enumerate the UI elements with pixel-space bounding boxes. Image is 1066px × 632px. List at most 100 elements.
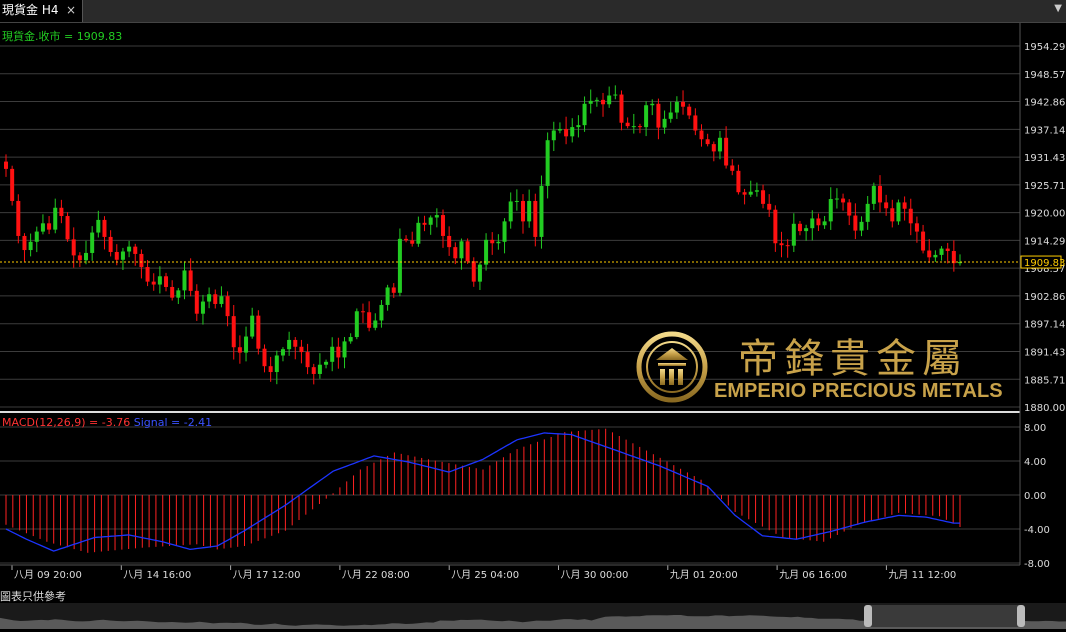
price-tick-label: 1902.86 — [1024, 292, 1065, 303]
candle-body — [570, 127, 575, 137]
price-tick-label: 1942.86 — [1024, 98, 1065, 109]
candle-body — [779, 243, 784, 246]
candle-body — [668, 112, 673, 119]
logo-english-text: EMPERIO PRECIOUS METALS — [714, 380, 1003, 402]
candle-body — [262, 348, 267, 367]
candle-body — [717, 137, 722, 152]
candle-body — [268, 366, 273, 373]
candle-body — [422, 222, 427, 225]
candle-body — [921, 231, 926, 251]
candle-body — [914, 223, 919, 232]
candle-body — [34, 231, 39, 242]
candle-body — [77, 255, 82, 261]
candle-body — [908, 208, 913, 224]
candle-body — [902, 202, 907, 209]
candle-body — [28, 241, 33, 251]
candle-body — [71, 239, 76, 256]
navigator-left-handle[interactable] — [864, 605, 872, 627]
candle-body — [108, 236, 113, 252]
chart-area[interactable]: 1954.29 1948.57 1942.86 1937.14 1931.43 1925.… — [0, 23, 1066, 603]
price-legend: 現貨金.收市 = 1909.83 — [2, 30, 123, 43]
candle-body — [127, 246, 132, 252]
price-tick-label: 1897.14 — [1024, 320, 1065, 331]
candle-body — [404, 238, 409, 241]
candle-body — [841, 198, 846, 203]
candle-body — [410, 240, 415, 244]
macd-tick-label: 4.00 — [1024, 457, 1046, 468]
candle-body — [625, 122, 630, 127]
candle-body — [10, 168, 15, 201]
candle-body — [607, 95, 612, 105]
candle-body — [213, 294, 218, 304]
price-tick-label: 1885.71 — [1024, 375, 1065, 386]
candle-body — [200, 301, 205, 314]
candle-body — [927, 250, 932, 258]
chart-tabbar: 現貨金 H4 × ▼ — [0, 0, 1066, 23]
candle-body — [139, 253, 144, 268]
candle-body — [336, 346, 341, 358]
candle-body — [816, 218, 821, 226]
candle-body — [348, 337, 353, 342]
candle-body — [133, 246, 138, 254]
candle-body — [305, 352, 310, 368]
candle-body — [465, 241, 470, 262]
candle-body — [890, 208, 895, 222]
candle-body — [416, 222, 421, 244]
chart-navigator[interactable] — [0, 603, 1066, 629]
candle-body — [791, 223, 796, 246]
candle-body — [877, 185, 882, 203]
candle-body — [822, 221, 827, 226]
candle-body — [16, 200, 21, 236]
price-tick-label: 1954.29 — [1024, 42, 1065, 53]
candle-body — [853, 215, 858, 231]
candle-body — [551, 130, 556, 141]
candle-body — [539, 185, 544, 237]
navigator-right-handle[interactable] — [1017, 605, 1025, 627]
candle-body — [619, 94, 624, 123]
candle-body — [367, 312, 372, 328]
candle-body — [736, 170, 741, 193]
candle-body — [22, 235, 27, 251]
tab-title: 現貨金 H4 — [2, 3, 59, 17]
candle-body — [194, 290, 199, 314]
candle-body — [237, 347, 242, 353]
close-icon[interactable]: × — [66, 0, 76, 20]
candle-body — [828, 199, 833, 222]
candle-body — [594, 99, 599, 101]
candle-body — [859, 221, 864, 231]
macd-tick-label: 0.00 — [1024, 491, 1046, 502]
candle-body — [330, 346, 335, 362]
tab-menu-icon[interactable]: ▼ — [1054, 3, 1062, 14]
candle-body — [687, 106, 692, 116]
candle-body — [274, 355, 279, 373]
time-tick-label: 八月 30 00:00 — [561, 569, 629, 581]
candle-body — [379, 304, 384, 321]
time-tick-label: 八月 14 16:00 — [123, 569, 191, 581]
candle-body — [754, 190, 759, 192]
time-tick-label: 九月 01 20:00 — [670, 569, 738, 581]
candle-body — [693, 115, 698, 131]
navigator-window[interactable] — [868, 605, 1022, 627]
candle-body — [564, 129, 569, 137]
candle-body — [496, 241, 501, 244]
candle-body — [354, 311, 359, 338]
candle-body — [631, 126, 636, 128]
candle-body — [256, 315, 261, 349]
candle-body — [4, 161, 8, 169]
candle-body — [601, 99, 606, 105]
tab-xau-h4[interactable]: 現貨金 H4 × — [0, 0, 83, 22]
time-tick-label: 八月 17 12:00 — [233, 569, 301, 581]
candle-body — [84, 252, 89, 261]
candle-body — [508, 201, 513, 222]
candle-body — [797, 223, 802, 232]
logo-chinese-text: 帝鋒貴金屬 — [738, 336, 968, 382]
candle-body — [662, 118, 667, 128]
candle-body — [761, 190, 766, 204]
price-tick-label: 1891.43 — [1024, 347, 1065, 358]
candle-body — [397, 238, 402, 293]
price-tick-label: 1925.71 — [1024, 181, 1065, 192]
price-tick-label: 1914.29 — [1024, 236, 1065, 247]
candle-body — [440, 215, 445, 236]
price-tick-label: 1931.43 — [1024, 153, 1065, 164]
candle-body — [699, 130, 704, 140]
